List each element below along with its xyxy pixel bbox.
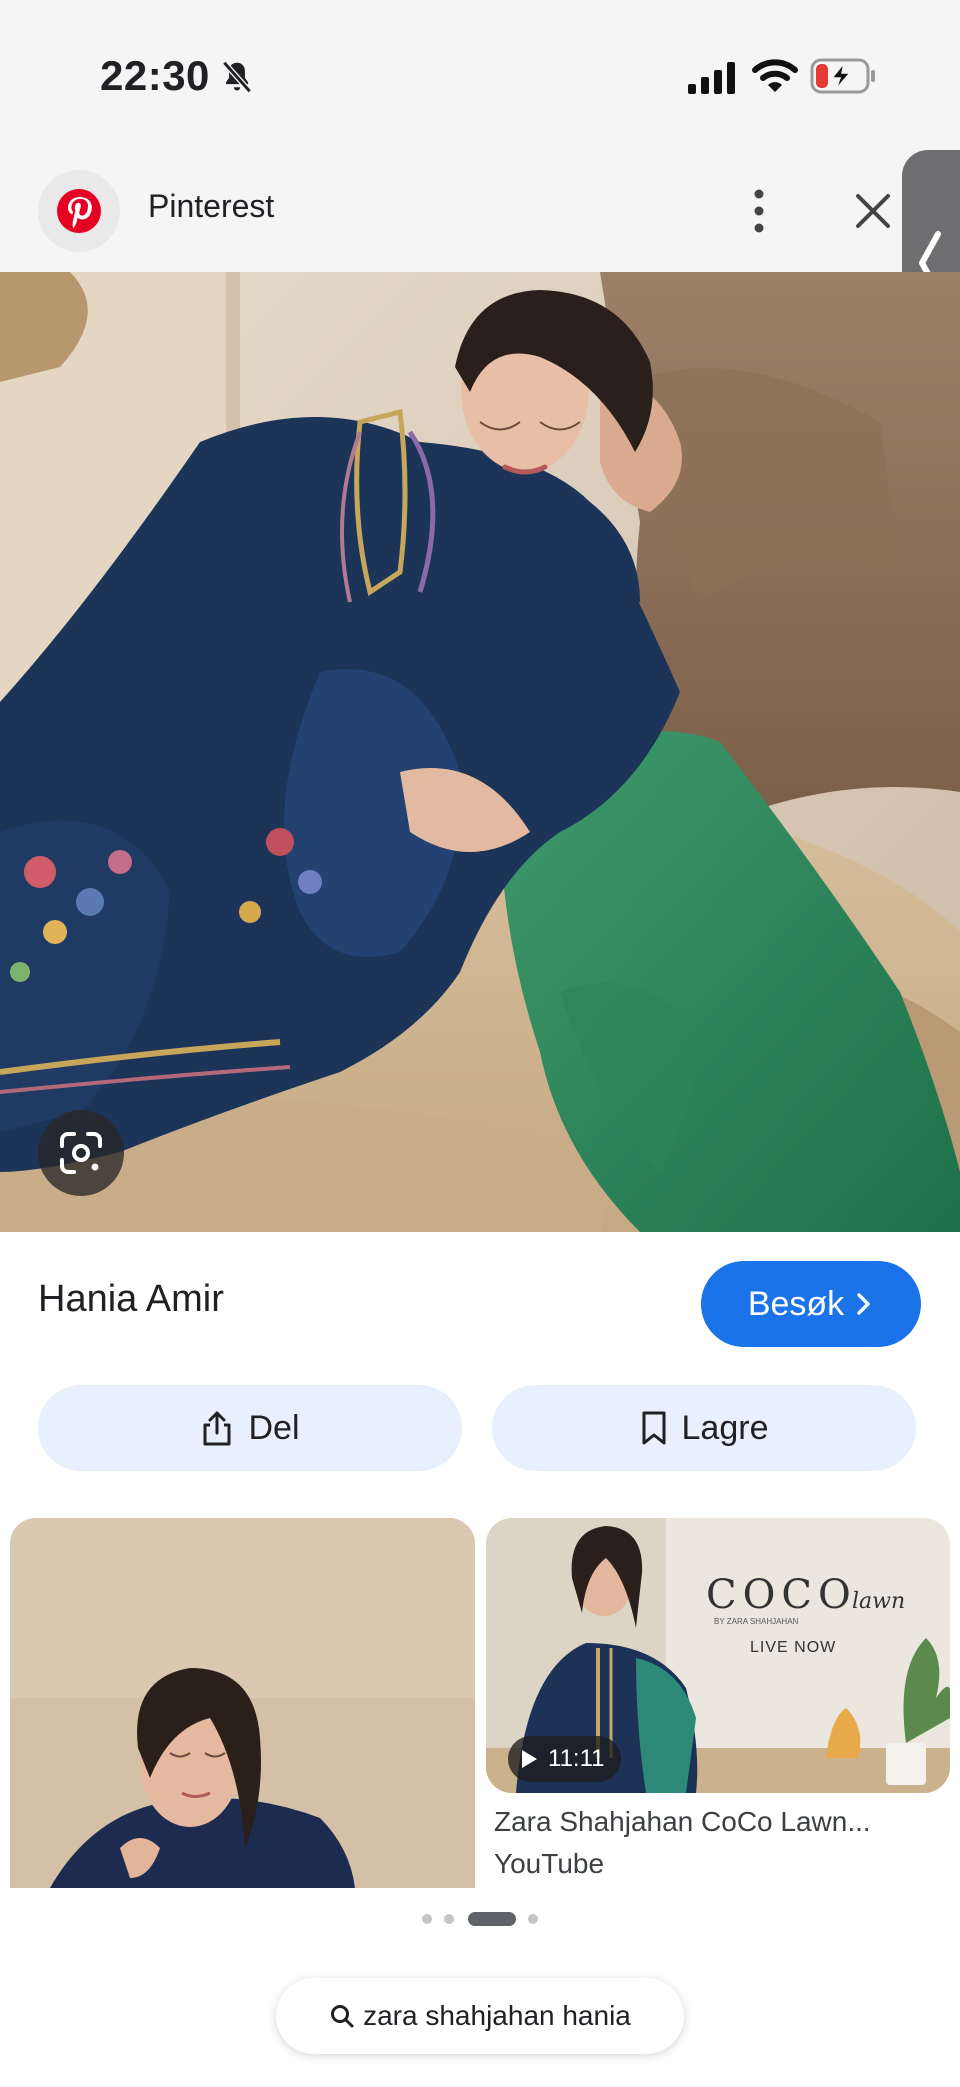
bottom-search-pill[interactable]: zara shahjahan hania — [276, 1978, 684, 2054]
play-icon — [522, 1750, 537, 1768]
photo-woman-on-sofa — [0, 272, 960, 1232]
hero-image[interactable] — [0, 272, 960, 1232]
more-vertical-icon[interactable] — [744, 186, 774, 236]
save-button-label: Lagre — [681, 1408, 769, 1447]
related-video-card[interactable]: COCO lawn BY ZARA SHAHJAHAN LIVE NOW 11:… — [486, 1518, 950, 1793]
related-video-source: YouTube — [494, 1848, 605, 1879]
related-video-title[interactable]: Zara Shahjahan CoCo Lawn... — [494, 1806, 871, 1838]
google-lens-icon — [60, 1132, 102, 1174]
carousel-pager — [420, 1910, 540, 1926]
visit-button-label: Besøk — [747, 1284, 845, 1323]
chevron-right-icon — [857, 1293, 870, 1315]
thumb-brand-script: lawn — [852, 1589, 905, 1614]
pager-dot-active[interactable] — [468, 1912, 516, 1926]
related-image-card[interactable] — [10, 1518, 475, 1888]
site-name[interactable]: Pinterest — [148, 188, 274, 225]
pager-dot[interactable] — [422, 1914, 432, 1924]
share-button[interactable]: Del — [38, 1385, 462, 1471]
result-title: Hania Amir — [38, 1278, 224, 1320]
lens-button[interactable] — [38, 1110, 124, 1196]
video-duration: 11:11 — [548, 1745, 605, 1772]
save-button[interactable]: Lagre — [492, 1385, 916, 1471]
thumb-byline: BY ZARA SHAHJAHAN — [714, 1617, 799, 1626]
pager-dot[interactable] — [528, 1914, 538, 1924]
search-query: zara shahjahan hania — [363, 2000, 631, 2031]
wifi-icon — [752, 59, 798, 92]
visit-button[interactable]: Besøk — [701, 1261, 921, 1347]
status-time: 22:30 — [100, 52, 210, 99]
status-bar: 22:30 — [0, 0, 960, 150]
thumb-brand: COCO — [706, 1572, 857, 1618]
battery-charging-icon — [810, 58, 875, 94]
pager-dot[interactable] — [444, 1914, 454, 1924]
bell-muted-icon — [222, 60, 252, 94]
browser-header: Pinterest — [0, 150, 960, 272]
thumb-live: LIVE NOW — [750, 1639, 836, 1656]
close-icon[interactable] — [852, 190, 894, 232]
share-button-label: Del — [248, 1408, 300, 1447]
video-duration-badge: 11:11 — [508, 1736, 621, 1782]
search-icon — [331, 2005, 354, 2028]
bookmark-icon — [642, 1411, 666, 1445]
pinterest-logo-icon — [57, 189, 101, 233]
cellular-signal-icon — [688, 62, 735, 94]
site-favicon — [38, 170, 120, 252]
related-photo — [10, 1518, 475, 1888]
share-icon — [203, 1411, 231, 1446]
